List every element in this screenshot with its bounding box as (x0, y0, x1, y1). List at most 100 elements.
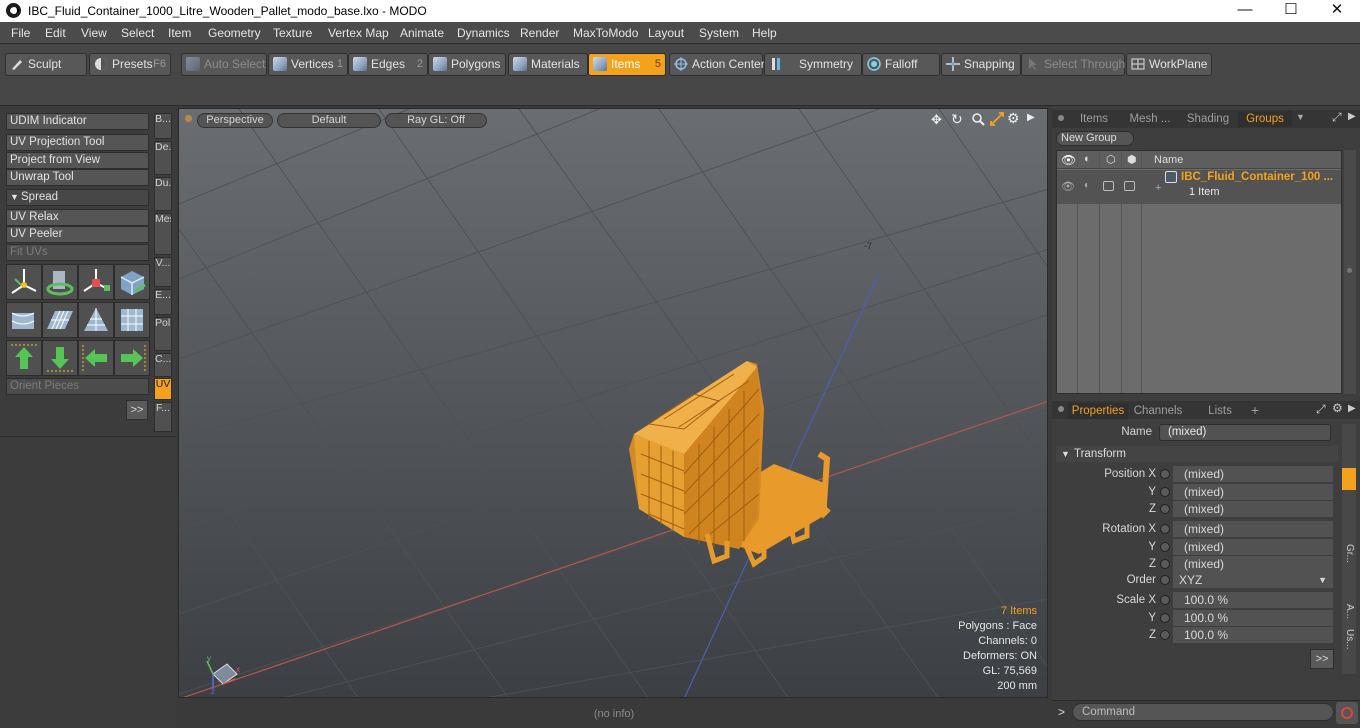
scale-y-field[interactable]: 100.0 % (1173, 610, 1333, 626)
vtab-mesh-edit[interactable]: Mes... (154, 213, 172, 255)
position-z-field[interactable]: (mixed) (1173, 501, 1333, 517)
menu-system[interactable]: System (699, 26, 739, 40)
arrow-up-icon[interactable] (6, 340, 42, 376)
symmetry-button[interactable]: Symmetry (764, 53, 862, 76)
minimize-button[interactable]: — (1222, 0, 1268, 22)
falloff-button[interactable]: Falloff (862, 53, 940, 76)
vtab-polygon[interactable]: Pol... (154, 317, 172, 351)
order-dropdown[interactable]: XYZ ▼ (1173, 572, 1333, 588)
more-tools-button[interactable]: >> (126, 400, 148, 420)
select-through-button[interactable]: Select Through (1021, 53, 1125, 76)
edges-button[interactable]: Edges 2 (348, 53, 428, 76)
vtab-duplicate[interactable]: Du... (154, 177, 172, 211)
rotation-z-anim-dot[interactable] (1160, 559, 1170, 569)
viewport-expand-arrow-icon[interactable]: ▶ (1027, 112, 1035, 123)
uv-relax-button[interactable]: UV Relax (6, 209, 149, 226)
vtab-edge[interactable]: E... (154, 289, 172, 315)
uv-pyramid-icon[interactable] (78, 302, 114, 338)
props-expand-icon[interactable]: ⤢ (1316, 402, 1326, 417)
menu-vertex-map[interactable]: Vertex Map (328, 26, 389, 40)
record-button[interactable] (1336, 702, 1358, 724)
project-from-view-button[interactable]: Project from View (6, 152, 149, 169)
vtab-fusion[interactable]: F... (154, 402, 172, 432)
materials-button[interactable]: Materials (508, 53, 588, 76)
props-menu-dot[interactable] (1058, 406, 1064, 412)
side-tab-active[interactable] (1342, 468, 1356, 490)
tab-dropdown-icon[interactable]: ▼ (1296, 112, 1305, 122)
items-button[interactable]: Items 5 (588, 53, 666, 76)
uv-peeler-button[interactable]: UV Peeler (6, 226, 149, 243)
row-lock-checkbox[interactable] (1103, 181, 1114, 191)
menu-layout[interactable]: Layout (648, 26, 684, 40)
menu-item[interactable]: Item (168, 26, 191, 40)
rotation-z-field[interactable]: (mixed) (1173, 556, 1333, 572)
uv-sphere-icon[interactable] (114, 302, 150, 338)
workplane-button[interactable]: WorkPlane (1126, 53, 1212, 76)
menu-file[interactable]: File (11, 26, 30, 40)
perspective-dropdown[interactable]: Perspective (197, 113, 273, 128)
rotation-x-anim-dot[interactable] (1160, 524, 1170, 534)
arrow-right-icon[interactable] (114, 340, 150, 376)
auto-select-button[interactable]: Auto Select (181, 53, 267, 76)
fit-uvs-button[interactable]: Fit UVs (6, 244, 149, 261)
row-select-checkbox[interactable] (1124, 181, 1135, 191)
uv-move-tool-icon[interactable] (6, 264, 42, 300)
fit-view-icon[interactable] (990, 112, 1004, 129)
scale-x-field[interactable]: 100.0 % (1173, 592, 1333, 608)
group-row[interactable]: 👁 ◐ + IBC_Fluid_Container_100 ... 1 Item (1057, 170, 1341, 204)
menu-select[interactable]: Select (121, 26, 154, 40)
ibc-container-mesh[interactable] (629, 361, 831, 568)
polygons-button[interactable]: Polygons (428, 53, 506, 76)
position-x-field[interactable]: (mixed) (1173, 466, 1333, 482)
presets-button[interactable]: Presets F6 (89, 53, 171, 76)
expand-plus-icon[interactable]: + (1155, 182, 1161, 194)
rotation-x-field[interactable]: (mixed) (1173, 521, 1333, 537)
uv-scale-tool-icon[interactable] (78, 264, 114, 300)
vertices-button[interactable]: Vertices 1 (268, 53, 348, 76)
menu-render[interactable]: Render (520, 26, 559, 40)
menu-animate[interactable]: Animate (400, 26, 444, 40)
rotate-view-icon[interactable]: ↻ (951, 111, 963, 128)
close-button[interactable]: ✕ (1314, 0, 1360, 22)
vtab-uv[interactable]: UV (154, 378, 172, 400)
rotation-y-anim-dot[interactable] (1160, 542, 1170, 552)
position-y-field[interactable]: (mixed) (1173, 484, 1333, 500)
snapping-button[interactable]: Snapping (941, 53, 1021, 76)
group-name[interactable]: IBC_Fluid_Container_100 ... (1181, 171, 1333, 183)
uv-planar-icon[interactable] (42, 302, 78, 338)
sculpt-button[interactable]: Sculpt (5, 53, 87, 76)
position-y-anim-dot[interactable] (1160, 487, 1170, 497)
lock-icon[interactable]: ⬡ (1106, 153, 1116, 166)
add-tab-button[interactable]: + (1248, 402, 1262, 418)
name-column-header[interactable]: Name (1154, 154, 1183, 166)
position-x-anim-dot[interactable] (1160, 469, 1170, 479)
uv-rotate-tool-icon[interactable] (42, 264, 78, 300)
udim-indicator-button[interactable]: UDIM Indicator (6, 113, 149, 130)
transform-section[interactable]: ▼ Transform (1056, 446, 1338, 462)
3d-viewport[interactable]: -7 y x z Perspective Default Ray GL: Off… (178, 108, 1048, 698)
menu-help[interactable]: Help (752, 26, 777, 40)
uv-box-tool-icon[interactable] (114, 264, 150, 300)
menu-texture[interactable]: Texture (273, 26, 312, 40)
unwrap-tool-button[interactable]: Unwrap Tool (6, 169, 149, 186)
visibility-eye-icon[interactable]: 👁 (1061, 153, 1076, 167)
uv-projection-tool-button[interactable]: UV Projection Tool (6, 134, 149, 151)
row-render-icon[interactable]: ◐ (1084, 180, 1090, 191)
tab-mesh[interactable]: Mesh ... (1124, 111, 1176, 127)
order-anim-dot[interactable] (1160, 575, 1170, 585)
arrow-down-icon[interactable] (42, 340, 78, 376)
vtab-basic[interactable]: B... (154, 113, 172, 139)
side-tab-group[interactable]: Gr... (1343, 544, 1355, 563)
menu-edit[interactable]: Edit (45, 26, 66, 40)
vtab-curve[interactable]: C... (154, 353, 172, 377)
vtab-deform[interactable]: De... (154, 141, 172, 175)
panel-menu-dot[interactable] (1058, 115, 1064, 121)
spread-section[interactable]: ▼ Spread (6, 189, 149, 206)
position-z-anim-dot[interactable] (1160, 504, 1170, 514)
menu-view[interactable]: View (81, 26, 107, 40)
name-field[interactable]: (mixed) (1159, 424, 1331, 441)
viewport-menu-dot[interactable] (185, 115, 192, 122)
panel-arrow-icon[interactable]: ▶ (1348, 111, 1356, 122)
new-group-button[interactable]: New Group (1056, 131, 1134, 146)
raygl-toggle[interactable]: Ray GL: Off (385, 113, 487, 128)
